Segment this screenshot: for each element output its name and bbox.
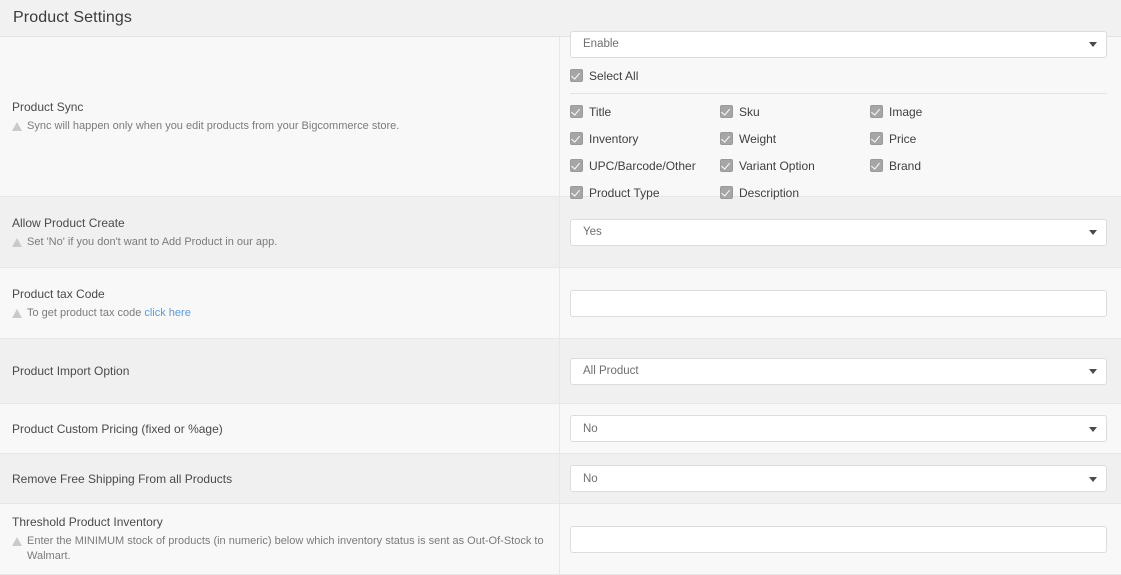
- checkbox-label-image: Image: [889, 104, 923, 119]
- product-sync-help-text: Sync will happen only when you edit prod…: [27, 120, 400, 132]
- remove-free-shipping-select-value: No: [583, 472, 598, 485]
- row-product-tax-code: Product tax Code To get product tax code…: [0, 268, 1121, 339]
- select-all-checkbox-row[interactable]: Select All: [570, 66, 1107, 86]
- product-sync-block: Enable Select All Title Sku Image Invent…: [570, 21, 1107, 213]
- checkbox-checked-icon-title[interactable]: [570, 105, 583, 118]
- checkbox-row-title[interactable]: Title: [570, 102, 720, 122]
- checkbox-label-variant-option: Variant Option: [739, 158, 815, 173]
- product-sync-label: Product Sync: [12, 100, 84, 114]
- checkbox-row-weight[interactable]: Weight: [720, 129, 870, 149]
- checkbox-row-brand[interactable]: Brand: [870, 156, 1107, 176]
- row-product-custom-pricing: Product Custom Pricing (fixed or %age) N…: [0, 404, 1121, 454]
- product-custom-pricing-select[interactable]: No: [570, 415, 1107, 442]
- product-custom-pricing-select-value: No: [583, 422, 598, 435]
- checkbox-checked-icon-upc[interactable]: [570, 159, 583, 172]
- product-tax-code-help: To get product tax code click here: [12, 306, 547, 321]
- checkbox-label-inventory: Inventory: [589, 131, 639, 146]
- warning-triangle-icon: [12, 237, 22, 247]
- warning-triangle-icon: [12, 122, 22, 131]
- product-import-option-select-value: All Product: [583, 365, 639, 377]
- product-import-option-select[interactable]: All Product: [570, 357, 1107, 385]
- field-cell-product-custom-pricing: No: [560, 404, 1121, 453]
- label-cell-product-tax-code: Product tax Code To get product tax code…: [0, 268, 560, 338]
- checkbox-row-price[interactable]: Price: [870, 129, 1107, 149]
- row-remove-free-shipping: Remove Free Shipping From all Products N…: [0, 454, 1121, 504]
- warning-triangle-icon: [12, 537, 22, 546]
- checkbox-checked-icon-price[interactable]: [870, 132, 883, 145]
- checkbox-checked-icon-brand[interactable]: [870, 159, 883, 172]
- product-tax-code-help-text: To get product tax code: [27, 306, 142, 319]
- checkbox-checked-icon-inventory[interactable]: [570, 132, 583, 145]
- checkbox-label-price: Price: [889, 131, 917, 146]
- row-product-sync: Product Sync Sync will happen only when …: [0, 30, 1121, 200]
- checkbox-checked-icon-variant-option[interactable]: [720, 159, 733, 172]
- field-cell-product-tax-code: [560, 268, 1121, 338]
- remove-free-shipping-select[interactable]: No: [570, 465, 1107, 492]
- label-cell-allow-product-create: Allow Product Create Set 'No' if you don…: [0, 197, 560, 267]
- checkbox-checked-icon-description[interactable]: [720, 186, 733, 199]
- field-cell-product-import-option: All Product: [560, 339, 1121, 403]
- row-threshold-product-inventory: Threshold Product Inventory Enter the MI…: [0, 504, 1121, 575]
- page-title: Product Settings: [13, 9, 132, 26]
- checkbox-checked-icon-product-type[interactable]: [570, 186, 583, 199]
- product-sync-select[interactable]: Enable: [570, 30, 1107, 58]
- row-allow-product-create: Allow Product Create Set 'No' if you don…: [0, 197, 1121, 268]
- checkbox-row-inventory[interactable]: Inventory: [570, 129, 720, 149]
- field-cell-product-sync: Enable Select All Title Sku Image Invent…: [560, 30, 1121, 200]
- label-cell-threshold-product-inventory: Threshold Product Inventory Enter the MI…: [0, 504, 560, 574]
- chevron-down-icon: [1089, 230, 1097, 235]
- checkbox-label-title: Title: [589, 104, 612, 119]
- allow-product-create-help: Set 'No' if you don't want to Add Produc…: [12, 235, 547, 250]
- checkbox-checked-icon-select-all[interactable]: [570, 69, 583, 82]
- checkbox-label-brand: Brand: [889, 158, 922, 173]
- threshold-product-inventory-label: Threshold Product Inventory: [12, 515, 163, 529]
- checkbox-row-upc[interactable]: UPC/Barcode/Other: [570, 156, 720, 176]
- checkbox-row-image[interactable]: Image: [870, 102, 1107, 122]
- warning-triangle-icon: [12, 308, 22, 318]
- product-import-option-label: Product Import Option: [12, 364, 130, 378]
- checkbox-label-upc: UPC/Barcode/Other: [589, 158, 696, 173]
- select-all-label: Select All: [589, 68, 639, 83]
- label-cell-product-import-option: Product Import Option: [0, 339, 560, 403]
- product-tax-code-input[interactable]: [570, 289, 1107, 317]
- label-cell-remove-free-shipping: Remove Free Shipping From all Products: [0, 454, 560, 503]
- product-tax-code-label: Product tax Code: [12, 286, 105, 301]
- allow-product-create-label: Allow Product Create: [12, 215, 125, 230]
- field-cell-remove-free-shipping: No: [560, 454, 1121, 503]
- allow-product-create-select-value: Yes: [583, 226, 602, 238]
- checkbox-checked-icon-sku[interactable]: [720, 105, 733, 118]
- product-tax-code-link[interactable]: click here: [144, 306, 190, 321]
- product-sync-help: Sync will happen only when you edit prod…: [12, 119, 547, 134]
- label-cell-product-custom-pricing: Product Custom Pricing (fixed or %age): [0, 404, 560, 453]
- label-cell-product-sync: Product Sync Sync will happen only when …: [0, 37, 560, 196]
- product-settings-panel: Product Settings Product Sync Sync will …: [0, 0, 1121, 575]
- field-cell-threshold-product-inventory: [560, 504, 1121, 574]
- checkbox-label-weight: Weight: [739, 131, 777, 146]
- checkbox-row-variant-option[interactable]: Variant Option: [720, 156, 870, 176]
- checkbox-row-sku[interactable]: Sku: [720, 102, 870, 122]
- chevron-down-icon: [1089, 476, 1097, 482]
- sync-divider: [570, 92, 1107, 94]
- remove-free-shipping-label: Remove Free Shipping From all Products: [12, 471, 233, 486]
- chevron-down-icon: [1089, 42, 1097, 47]
- checkbox-checked-icon-image[interactable]: [870, 105, 883, 118]
- product-custom-pricing-label: Product Custom Pricing (fixed or %age): [12, 421, 223, 436]
- product-sync-field-grid: Title Sku Image Inventory Weight Price U…: [570, 102, 1107, 203]
- checkbox-checked-icon-weight[interactable]: [720, 132, 733, 145]
- allow-product-create-help-text: Set 'No' if you don't want to Add Produc…: [27, 235, 278, 248]
- row-product-import-option: Product Import Option All Product: [0, 339, 1121, 404]
- allow-product-create-select[interactable]: Yes: [570, 218, 1107, 246]
- threshold-product-inventory-input[interactable]: [570, 525, 1107, 553]
- chevron-down-icon: [1089, 426, 1097, 432]
- product-sync-select-value: Enable: [583, 38, 619, 50]
- checkbox-label-sku: Sku: [739, 104, 760, 119]
- chevron-down-icon: [1089, 369, 1097, 374]
- field-cell-allow-product-create: Yes: [560, 197, 1121, 267]
